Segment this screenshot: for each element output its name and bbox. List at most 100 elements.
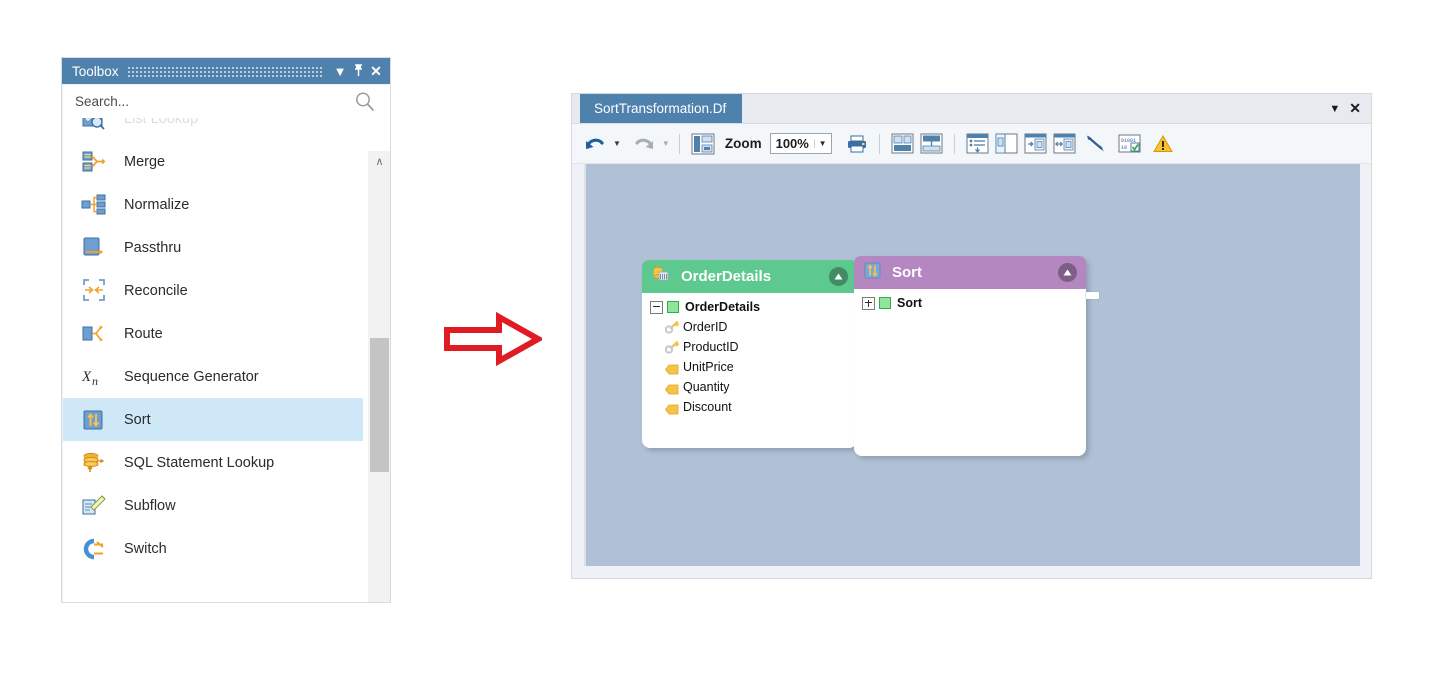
node-header[interactable]: Sort bbox=[854, 256, 1086, 289]
diagonal-line-button[interactable] bbox=[1083, 130, 1109, 158]
field-row[interactable]: OrderID bbox=[664, 319, 857, 335]
panel-left-button[interactable] bbox=[993, 130, 1020, 158]
warning-button[interactable] bbox=[1151, 130, 1175, 158]
toolbox-item-sequence-generator[interactable]: X n Sequence Generator bbox=[63, 355, 363, 398]
svg-text:X: X bbox=[81, 369, 92, 385]
document-tab-strip: SortTransformation.Df ▼ ✕ bbox=[572, 94, 1371, 124]
toolbox-item-label: List Lookup bbox=[124, 118, 199, 127]
panel-left-icon bbox=[995, 133, 1018, 154]
toolbox-item-reconcile[interactable]: Reconcile bbox=[63, 269, 363, 312]
list-down-button[interactable] bbox=[964, 130, 991, 158]
green-square-icon bbox=[667, 301, 679, 313]
scroll-up-icon[interactable]: ∧ bbox=[369, 151, 390, 171]
svg-text:n: n bbox=[92, 374, 98, 388]
toolbox-close-icon[interactable]: ✕ bbox=[368, 64, 384, 78]
field-row[interactable]: UnitPrice bbox=[664, 359, 857, 375]
attribute-icon bbox=[664, 362, 679, 374]
key-icon bbox=[664, 340, 679, 354]
toolbox-item-route[interactable]: Route bbox=[63, 312, 363, 355]
field-label: Quantity bbox=[683, 380, 730, 394]
undo-button[interactable] bbox=[582, 130, 608, 158]
node-collapse-button[interactable] bbox=[829, 267, 848, 286]
field-label: Discount bbox=[683, 400, 732, 414]
node-root-row[interactable]: OrderDetails bbox=[650, 299, 857, 315]
chevron-up-icon bbox=[1063, 269, 1072, 276]
align-vertical-button[interactable] bbox=[918, 130, 945, 158]
toolbox-item-label: Subflow bbox=[124, 497, 176, 514]
warning-icon bbox=[1152, 135, 1173, 152]
node-collapse-button[interactable] bbox=[1058, 263, 1077, 282]
print-button[interactable] bbox=[844, 130, 870, 158]
collapse-expander-minus[interactable] bbox=[650, 300, 663, 314]
toolbar-separator-3 bbox=[953, 133, 955, 154]
subflow-icon bbox=[81, 493, 107, 519]
toolbox-item-switch[interactable]: Switch bbox=[63, 527, 363, 570]
toolbox-item-passthru[interactable]: Passthru bbox=[63, 226, 363, 269]
layout-button[interactable] bbox=[689, 130, 717, 158]
toolbox-item-sql-statement-lookup[interactable]: SQL Statement Lookup bbox=[63, 441, 363, 484]
toolbox-pin-icon[interactable] bbox=[350, 63, 366, 79]
switch-icon bbox=[81, 536, 107, 562]
designer-window: SortTransformation.Df ▼ ✕ ▼ ▼ Zoom 100% … bbox=[571, 93, 1372, 579]
field-label: ProductID bbox=[683, 340, 739, 354]
redo-dropdown-icon[interactable]: ▼ bbox=[662, 139, 670, 148]
toolbox-item-subflow[interactable]: Subflow bbox=[63, 484, 363, 527]
tab-strip-buttons: ▼ ✕ bbox=[1329, 94, 1361, 123]
right-arrow-annotation bbox=[444, 310, 545, 368]
node-root-row[interactable]: Sort bbox=[862, 295, 1086, 311]
undo-dropdown-icon[interactable]: ▼ bbox=[613, 139, 621, 148]
node-sort[interactable]: Sort Sort bbox=[842, 256, 1099, 456]
zoom-combobox[interactable]: 100% ▼ bbox=[769, 133, 832, 154]
zoom-dropdown-icon[interactable]: ▼ bbox=[813, 139, 831, 148]
passthru-icon bbox=[81, 235, 107, 261]
binary-check-button[interactable]: 01001 10 bbox=[1116, 130, 1143, 158]
scrollbar-thumb[interactable] bbox=[370, 338, 389, 472]
input-port-marker[interactable] bbox=[842, 295, 851, 305]
tab-dropdown-icon[interactable]: ▼ bbox=[1329, 103, 1340, 115]
zoom-value: 100% bbox=[775, 136, 809, 151]
field-row[interactable]: ProductID bbox=[664, 339, 857, 355]
svg-text:10: 10 bbox=[1121, 145, 1127, 151]
sort-icon bbox=[81, 407, 107, 433]
panel-expand-both-button[interactable] bbox=[1051, 130, 1078, 158]
toolbox-item-normalize[interactable]: Normalize bbox=[63, 183, 363, 226]
tab-close-icon[interactable]: ✕ bbox=[1349, 100, 1361, 117]
toolbox-item-sort[interactable]: Sort bbox=[63, 398, 363, 441]
panel-expand-left-icon bbox=[1024, 133, 1047, 154]
key-icon bbox=[664, 320, 679, 334]
field-row[interactable]: Discount bbox=[664, 399, 857, 415]
node-order-details[interactable]: OrderDetails OrderDetails OrderID Produc… bbox=[642, 260, 870, 448]
align-horizontal-icon bbox=[891, 133, 914, 154]
panel-expand-both-icon bbox=[1053, 133, 1076, 154]
toolbox-item-list: List Lookup Merge Normalize Passthru Rec… bbox=[63, 118, 390, 602]
toolbox-search-row[interactable]: Search... bbox=[63, 85, 390, 118]
toolbox-vertical-scrollbar[interactable]: ∧ ∨ bbox=[368, 151, 390, 602]
reconcile-icon bbox=[81, 278, 107, 304]
field-row[interactable]: Quantity bbox=[664, 379, 857, 395]
toolbox-item-label: Sort bbox=[124, 411, 151, 428]
tab-sort-transformation[interactable]: SortTransformation.Df bbox=[580, 94, 743, 123]
node-title: Sort bbox=[892, 264, 922, 281]
sort-icon bbox=[864, 262, 881, 284]
node-header[interactable]: OrderDetails bbox=[642, 260, 857, 293]
database-table-icon bbox=[652, 265, 670, 288]
dataflow-canvas[interactable]: OrderDetails OrderDetails OrderID Produc… bbox=[584, 164, 1360, 566]
toolbox-item-merge[interactable]: Merge bbox=[63, 140, 363, 183]
search-icon[interactable] bbox=[354, 91, 376, 113]
align-horizontal-button[interactable] bbox=[889, 130, 916, 158]
green-square-icon bbox=[879, 297, 891, 309]
redo-button[interactable] bbox=[631, 130, 657, 158]
toolbox-drag-grip[interactable] bbox=[127, 65, 322, 77]
panel-expand-left-button[interactable] bbox=[1022, 130, 1049, 158]
toolbox-dropdown-icon[interactable]: ▼ bbox=[332, 65, 348, 78]
pin-icon bbox=[354, 63, 362, 76]
toolbox-item-label: Merge bbox=[124, 153, 166, 170]
output-port[interactable] bbox=[1086, 292, 1099, 299]
screen-root: Toolbox ▼ ✕ Search... List Lookup Merge … bbox=[0, 0, 1430, 681]
zoom-label: Zoom bbox=[724, 136, 762, 151]
attribute-icon bbox=[664, 402, 679, 414]
toolbox-item-list-lookup[interactable]: List Lookup bbox=[63, 118, 363, 140]
field-label: UnitPrice bbox=[683, 360, 734, 374]
expand-expander-plus[interactable] bbox=[862, 296, 875, 310]
normalize-icon bbox=[81, 192, 107, 218]
